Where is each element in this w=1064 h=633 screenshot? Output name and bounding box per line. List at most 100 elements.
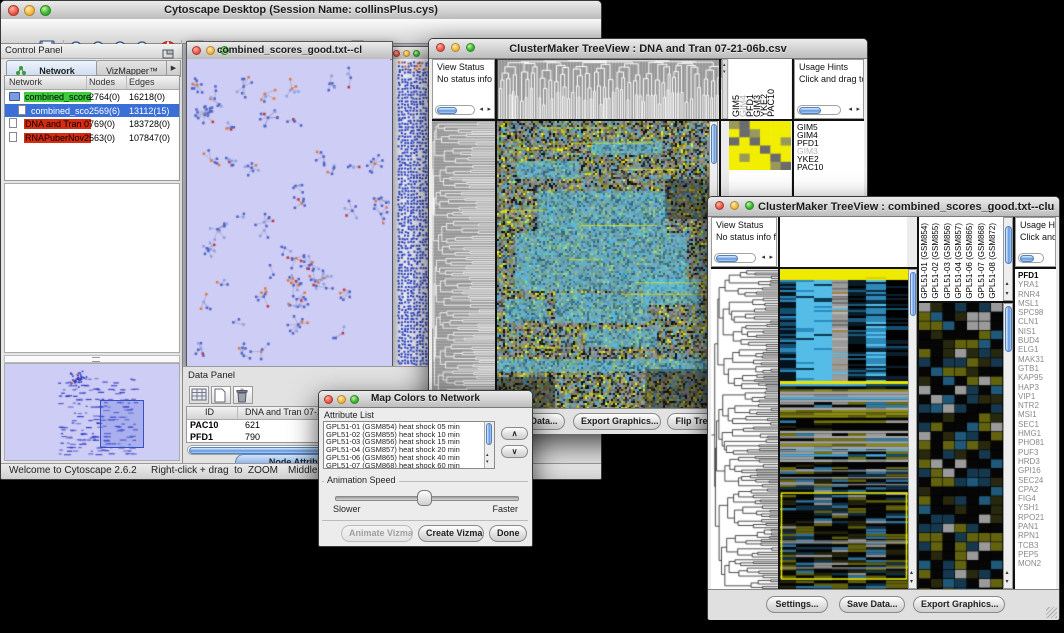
scroll-down-icon[interactable]: ▾ — [1006, 579, 1009, 586]
scroll-right-icon[interactable]: ▸ — [856, 106, 860, 113]
delete-attribute-trash-icon[interactable] — [233, 386, 253, 404]
scroll-down-icon[interactable]: ▾ — [486, 459, 489, 466]
view-status-hscrollbar[interactable] — [435, 105, 475, 115]
attribute-grid-icon[interactable] — [189, 386, 209, 404]
close-button[interactable] — [192, 46, 201, 55]
network-table-row[interactable]: combined_scores2764(0)16218(0) — [5, 90, 179, 104]
usage-hints-title: Usage Hints — [795, 60, 863, 72]
usage-hints-message: Click and drag to — [795, 72, 863, 84]
tv2-row-dendrogram[interactable] — [711, 269, 779, 589]
settings-button[interactable]: Settings... — [766, 596, 828, 613]
attribute-list-vscrollbar[interactable]: ▴ ▾ — [484, 422, 494, 468]
main-titlebar[interactable]: Cytoscape Desktop (Session Name: collins… — [1, 1, 601, 20]
scroll-down-icon[interactable]: ▾ — [723, 69, 726, 76]
export-graphics-button[interactable]: Export Graphics... — [573, 413, 661, 430]
close-button[interactable] — [436, 43, 445, 52]
create-vizmap-button[interactable]: Create Vizmap — [418, 525, 484, 542]
scroll-down-icon[interactable]: ▾ — [1006, 291, 1009, 298]
close-button[interactable] — [715, 201, 724, 210]
animate-vizmap-button[interactable]: Animate Vizmap — [341, 525, 413, 542]
network-nodes-count: 769(0) — [89, 119, 115, 129]
network-view-window[interactable]: combined_scores_good.txt--cluste... — [186, 41, 393, 368]
column-label: GPL51-07 (GSM868) — [977, 223, 986, 299]
network-name: DNA and Tran 07 — [24, 119, 91, 129]
col-header-network[interactable]: Network — [9, 77, 42, 87]
view-status-message: No status info f — [433, 72, 494, 84]
dialog-title: Map Colors to Network — [349, 393, 502, 404]
scroll-right-icon[interactable]: ▸ — [769, 254, 773, 261]
tv1-zoom-heatmap[interactable] — [729, 121, 791, 170]
tv2-column-labels: GPL51-01 (GSM854)GPL51-02 (GSM855)GPL51-… — [919, 217, 1003, 301]
speed-slider-thumb[interactable] — [417, 490, 432, 506]
done-button[interactable]: Done — [489, 525, 527, 542]
tv2-titlebar[interactable]: ClusterMaker TreeView : combined_scores_… — [708, 197, 1059, 217]
save-data-button[interactable]: Save Data... — [839, 596, 905, 613]
view-status-message: No status info f — [712, 230, 776, 242]
close-button[interactable] — [324, 395, 333, 404]
gene-label: TCB3 — [1018, 541, 1056, 550]
tv1-row-dendrogram[interactable] — [432, 121, 495, 408]
minimize-button[interactable] — [337, 395, 346, 404]
dense-network-canvas[interactable] — [390, 59, 432, 366]
scroll-right-icon[interactable]: ▸ — [487, 106, 491, 113]
gene-label: BUD4 — [1018, 336, 1056, 345]
attribute-list-item[interactable]: GPL51-07 (GSM868) heat shock 60 min — [324, 462, 484, 469]
new-attribute-icon[interactable] — [211, 386, 231, 404]
gene-label: MAK31 — [1018, 355, 1056, 364]
close-button[interactable] — [393, 50, 400, 57]
tv2-gene-list[interactable]: PFD1YRA1RNR4MSL1SPC98CLN1NIS1BUD4ELG1MAK… — [1015, 269, 1056, 589]
col-header-edges[interactable]: Edges — [129, 77, 155, 87]
tv1-titlebar[interactable]: ClusterMaker TreeView : DNA and Tran 07-… — [429, 39, 867, 59]
data-col-id[interactable]: ID — [205, 407, 214, 417]
usage-hints-hscrollbar[interactable] — [797, 105, 841, 115]
tv2-heatmap[interactable] — [780, 269, 908, 589]
network-table-row[interactable]: combined_sco2569(6)13112(15) — [5, 104, 179, 118]
overview-divider-handle[interactable] — [4, 355, 180, 363]
usage-hints-hscrollbar[interactable] — [1018, 253, 1044, 263]
dialog-titlebar[interactable]: Map Colors to Network — [319, 391, 532, 408]
network-overview-canvas[interactable] — [5, 364, 179, 460]
move-up-button[interactable]: ∧ — [501, 427, 528, 440]
export-graphics-button[interactable]: Export Graphics... — [913, 596, 1005, 613]
scroll-up-icon[interactable]: ▴ — [486, 452, 489, 459]
view-status-hscrollbar[interactable] — [714, 253, 756, 263]
attribute-listbox[interactable]: GPL51-01 (GSM854) heat shock 05 minGPL51… — [323, 421, 495, 469]
gene-label: RNR4 — [1018, 290, 1056, 299]
scroll-up-icon[interactable]: ▴ — [910, 570, 913, 577]
minimize-button[interactable] — [403, 50, 410, 57]
scroll-up-icon[interactable]: ▴ — [1006, 570, 1009, 577]
network-name: RNAPuberNov2+I — [24, 133, 91, 143]
minimize-button[interactable] — [730, 201, 739, 210]
scroll-left-icon[interactable]: ◂ — [479, 106, 483, 113]
zoom-button[interactable] — [413, 50, 420, 57]
resize-grip[interactable] — [1046, 607, 1057, 618]
overview-viewport-rect[interactable] — [100, 400, 144, 448]
gene-label: CPA2 — [1018, 485, 1056, 494]
slider-min-label: Slower — [333, 504, 361, 514]
tv2-zoom-vscrollbar[interactable]: ▴ ▾ — [1003, 303, 1013, 589]
scroll-up-icon[interactable]: ▴ — [1006, 281, 1009, 288]
file-icon — [9, 118, 17, 128]
zoom-button[interactable] — [745, 201, 754, 210]
tv1-column-dendrogram[interactable] — [497, 59, 723, 121]
network-table-row[interactable]: RNAPuberNov2+I563(0)107847(0) — [5, 131, 179, 145]
minimize-button[interactable] — [206, 46, 215, 55]
scroll-left-icon[interactable]: ◂ — [848, 106, 852, 113]
network-overview-panel[interactable] — [4, 363, 180, 461]
tv2-heatmap-vscrollbar[interactable]: ▴ ▾ — [908, 269, 917, 589]
network-table-row[interactable]: DNA and Tran 07769(0)183728(0) — [5, 117, 179, 131]
col-header-nodes[interactable]: Nodes — [89, 77, 115, 87]
scroll-left-icon[interactable]: ◂ — [761, 254, 765, 261]
network-view-canvas[interactable] — [187, 59, 390, 365]
tv1-heatmap[interactable] — [497, 121, 709, 408]
move-down-button[interactable]: ∨ — [501, 445, 528, 458]
tv2-labels-vscrollbar[interactable]: ▴ ▾ — [1003, 217, 1013, 301]
treeview2-window: ClusterMaker TreeView : combined_scores_… — [707, 196, 1060, 620]
tv2-zoom-heatmap[interactable] — [919, 303, 1003, 589]
tv1-dendro-scroll-strip[interactable]: ▴ ▾ — [722, 59, 728, 119]
map-colors-dialog: Map Colors to Network Attribute List GPL… — [318, 390, 533, 547]
close-button[interactable] — [8, 5, 19, 16]
scroll-up-icon[interactable]: ▴ — [723, 62, 726, 69]
tv2-button-bar: Settings... Save Data... Export Graphics… — [708, 589, 1059, 620]
scroll-down-icon[interactable]: ▾ — [910, 579, 913, 586]
